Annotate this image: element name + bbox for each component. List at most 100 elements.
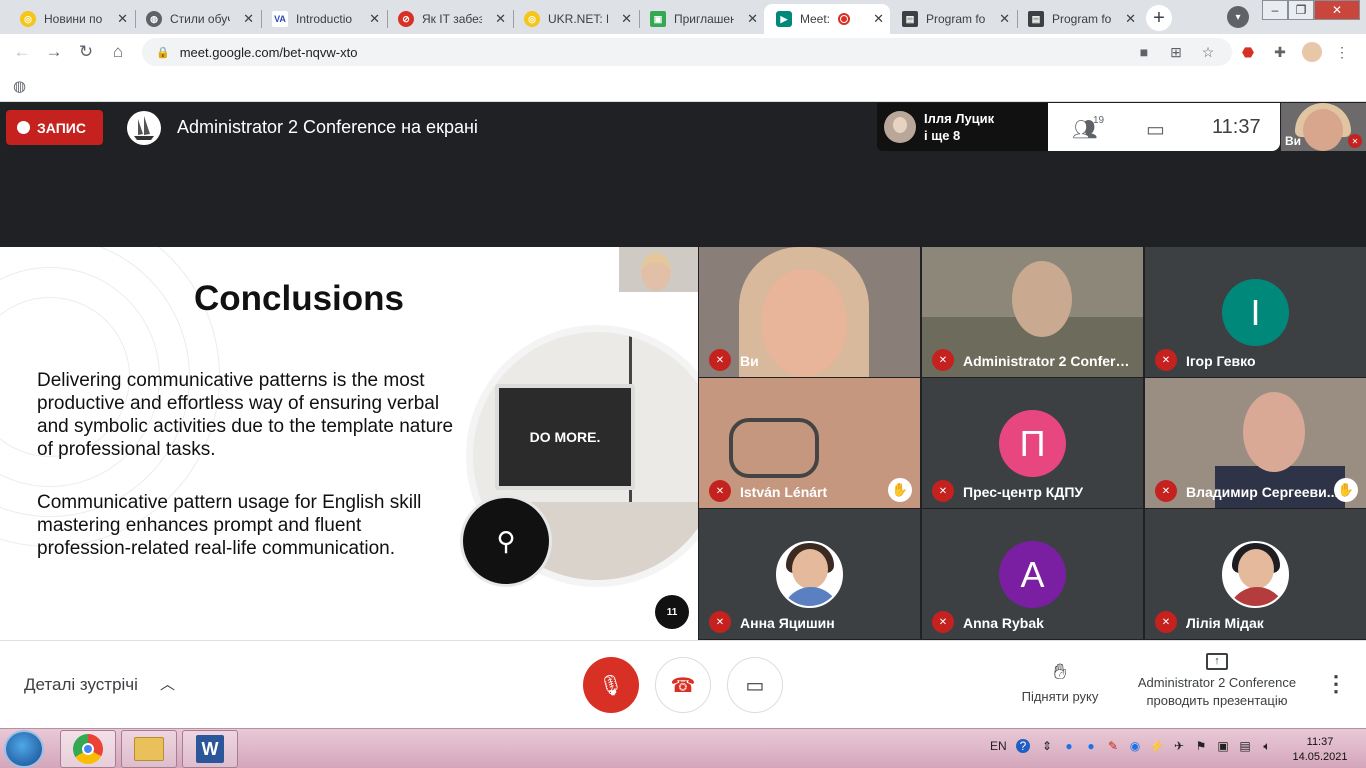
- tray-app-icon[interactable]: ✎: [1106, 739, 1120, 753]
- browser-tab[interactable]: ▤ Program fo ✕: [890, 4, 1016, 34]
- more-options-icon[interactable]: ⋮: [1325, 671, 1347, 697]
- raise-hand-button[interactable]: ✋︎ Підняти руку: [1005, 659, 1115, 704]
- help-icon[interactable]: ?: [1016, 739, 1030, 753]
- minimize-window-button[interactable]: –: [1262, 0, 1288, 20]
- close-tab-icon[interactable]: ✕: [1125, 11, 1136, 27]
- participant-photo: [1222, 541, 1289, 608]
- extension-icon[interactable]: ⬣: [1236, 40, 1260, 64]
- participant-name: Владимир Сергееви...: [1186, 484, 1339, 500]
- globe-icon[interactable]: ◍: [13, 77, 26, 95]
- browser-tab[interactable]: ▣ Приглашен ✕: [638, 4, 764, 34]
- new-tab-button[interactable]: +: [1146, 5, 1172, 31]
- participant-name: Ви: [740, 353, 759, 369]
- tray-app-icon[interactable]: ⚡: [1150, 739, 1165, 753]
- restore-window-button[interactable]: ❐: [1288, 0, 1314, 20]
- folder-icon: [134, 737, 164, 761]
- input-language[interactable]: EN: [990, 739, 1007, 753]
- back-icon[interactable]: ←: [10, 40, 34, 64]
- tray-app-icon[interactable]: ✈: [1172, 739, 1186, 753]
- recording-badge[interactable]: ЗАПИС: [6, 110, 103, 145]
- close-window-button[interactable]: ✕: [1314, 0, 1360, 20]
- close-tab-icon[interactable]: ✕: [873, 11, 884, 27]
- mic-off-icon: ✕: [1155, 611, 1177, 633]
- conference-logo-icon: [127, 111, 161, 145]
- participant-tile[interactable]: ✕ Лілія Мідак: [1145, 509, 1366, 639]
- camera-toggle-button[interactable]: ▭: [727, 657, 783, 713]
- tray-expand-icon[interactable]: ⇕: [1040, 739, 1054, 753]
- viber-icon[interactable]: ◉: [1128, 739, 1142, 753]
- browser-tab[interactable]: ⊘Як ІТ забезп✕: [386, 4, 512, 34]
- profile-avatar-icon[interactable]: [1300, 40, 1324, 64]
- network-icon[interactable]: ▤: [1238, 739, 1252, 753]
- bookmark-star-icon[interactable]: ☆: [1196, 40, 1220, 64]
- action-center-flag-icon[interactable]: ⚑: [1194, 739, 1208, 753]
- extensions-puzzle-icon[interactable]: ✚: [1268, 40, 1292, 64]
- browser-tab[interactable]: ◎ UKR.NET: В ✕: [512, 4, 638, 34]
- participant-tile[interactable]: І ✕ Ігор Гевко: [1145, 247, 1366, 377]
- participant-tile[interactable]: ✕ István Lénárt ✋: [699, 378, 920, 508]
- leave-call-button[interactable]: ☎︎: [655, 657, 711, 713]
- close-tab-icon[interactable]: ✕: [621, 11, 632, 27]
- participant-initial: A: [999, 541, 1066, 608]
- system-time: 11:37: [1306, 736, 1334, 748]
- participant-tile[interactable]: ✕ Ви: [699, 247, 920, 377]
- browser-tab[interactable]: ▤ Program fo ✕: [1016, 4, 1142, 34]
- document-icon: ▤: [1028, 11, 1044, 27]
- close-tab-icon[interactable]: ✕: [369, 11, 380, 27]
- taskbar-explorer[interactable]: [121, 730, 177, 768]
- mic-off-icon: ✕: [709, 480, 731, 502]
- browser-tab-active[interactable]: ▶ Meet: ✕: [764, 4, 890, 34]
- camera-permission-icon[interactable]: ■: [1132, 40, 1156, 64]
- close-tab-icon[interactable]: ✕: [243, 11, 254, 27]
- translate-icon[interactable]: ⊞: [1164, 40, 1188, 64]
- tray-app-icon[interactable]: ●: [1084, 739, 1098, 753]
- mic-off-icon: ✕: [932, 611, 954, 633]
- vark-icon: VA: [272, 11, 288, 27]
- close-tab-icon[interactable]: ✕: [747, 11, 758, 27]
- close-tab-icon[interactable]: ✕: [999, 11, 1010, 27]
- chat-icon[interactable]: ▭: [1146, 117, 1165, 142]
- chevron-up-icon[interactable]: ︿: [160, 673, 175, 694]
- browser-tab[interactable]: VA Introductio ✕: [260, 4, 386, 34]
- close-tab-icon[interactable]: ✕: [117, 11, 128, 27]
- participant-tile[interactable]: ✕ Владимир Сергееви... ✋: [1145, 378, 1366, 508]
- meeting-clock: 11:37: [1212, 116, 1261, 138]
- address-bar: ← → ↻ ⌂ 🔒 meet.google.com/bet-nqvw-xto ■ …: [0, 34, 1366, 70]
- participant-tile[interactable]: ✕ Анна Яцишин: [699, 509, 920, 639]
- taskbar-chrome[interactable]: [60, 730, 116, 768]
- participant-tile[interactable]: A ✕ Anna Rybak: [922, 509, 1143, 639]
- home-icon[interactable]: ⌂: [106, 40, 130, 64]
- slide-title: Conclusions: [193, 279, 405, 318]
- meeting-details-button[interactable]: Деталі зустрічі: [24, 675, 138, 695]
- participant-tile[interactable]: П ✕ Прес-центр КДПУ: [922, 378, 1143, 508]
- raise-hand-label: Підняти руку: [1021, 689, 1099, 704]
- url-field[interactable]: 🔒 meet.google.com/bet-nqvw-xto: [142, 38, 1232, 66]
- browser-menu-icon[interactable]: ⋮: [1330, 40, 1354, 64]
- participant-name: Прес-центр КДПУ: [963, 484, 1084, 500]
- taskbar-word[interactable]: W: [182, 730, 238, 768]
- mic-off-icon: ✕: [1155, 349, 1177, 371]
- reload-icon[interactable]: ↻: [74, 40, 98, 64]
- browser-tab[interactable]: ◍ Стили обуч ✕: [134, 4, 260, 34]
- speaker-avatar: [884, 111, 916, 143]
- microphone-toggle-button[interactable]: 🎙︎: [583, 657, 639, 713]
- volume-icon[interactable]: 🔈︎: [1260, 739, 1274, 753]
- windows-start-button[interactable]: [4, 730, 44, 768]
- presenter-thumbnail: [619, 247, 698, 292]
- chrome-icon: [73, 734, 103, 764]
- system-clock[interactable]: 11:37 14.05.2021: [1290, 735, 1350, 765]
- tray-app-icon[interactable]: ●: [1062, 739, 1076, 753]
- browser-tab[interactable]: ◎ Новини по ✕: [8, 4, 134, 34]
- self-view-tile[interactable]: Ви ✕: [1281, 103, 1366, 151]
- tab-search-icon[interactable]: ▾: [1227, 6, 1249, 28]
- active-speaker-chip[interactable]: Ілля Луцик і ще 8: [877, 103, 1049, 151]
- close-tab-icon[interactable]: ✕: [495, 11, 506, 27]
- forward-icon[interactable]: →: [42, 40, 66, 64]
- presenting-status-button[interactable]: ↑ Administrator 2 Conference проводить п…: [1127, 653, 1307, 710]
- tray-app-icon[interactable]: ▣: [1216, 739, 1230, 753]
- meeting-top-panel: 👥︎ 19 ▭ 11:37: [1048, 103, 1280, 151]
- raise-hand-icon: ✋︎: [1053, 659, 1067, 684]
- presentation-slide: Conclusions Delivering communicative pat…: [0, 247, 698, 640]
- mic-off-icon: 🎙︎: [598, 674, 624, 697]
- participant-tile[interactable]: ✕ Administrator 2 Conferen...: [922, 247, 1143, 377]
